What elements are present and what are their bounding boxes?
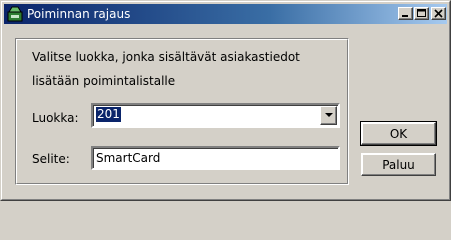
selite-field-box: [91, 146, 340, 170]
title-bar[interactable]: Poiminnan rajaus: [4, 4, 447, 24]
luokka-value: 201: [96, 107, 121, 122]
luokka-combobox[interactable]: 201: [91, 103, 340, 128]
paluu-button[interactable]: Paluu: [361, 153, 436, 176]
selite-input[interactable]: [96, 150, 334, 166]
luokka-label: Luokka:: [32, 111, 79, 125]
selite-label: Selite:: [32, 152, 70, 166]
luokka-dropdown-button[interactable]: [320, 106, 337, 125]
description-line-2: lisätään poimintalistalle: [32, 74, 176, 88]
close-icon: [434, 9, 443, 18]
window-title: Poiminnan rajaus: [27, 7, 131, 21]
close-button[interactable]: [431, 7, 446, 20]
ok-button[interactable]: OK: [360, 121, 437, 146]
minimize-button[interactable]: [398, 7, 413, 20]
maximize-icon: [417, 9, 426, 17]
dialog-window: Poiminnan rajaus Valitse luokka, jonka s…: [0, 0, 451, 201]
chevron-down-icon: [324, 113, 333, 117]
maximize-button[interactable]: [414, 7, 429, 20]
minimize-icon: [402, 15, 408, 17]
description-line-1: Valitse luokka, jonka sisältävät asiakas…: [32, 50, 300, 64]
filter-app-icon: [7, 6, 23, 22]
